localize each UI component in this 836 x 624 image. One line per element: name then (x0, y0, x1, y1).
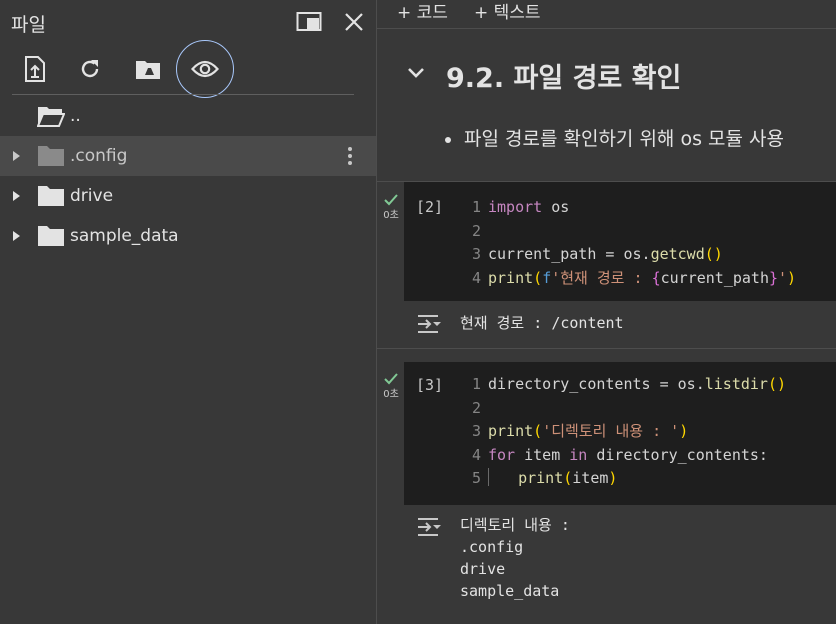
cell-run-status: 0초 (379, 194, 403, 221)
output-line: drive (460, 560, 506, 578)
file-toolbar (0, 40, 376, 98)
toggle-hidden-files-button[interactable] (176, 40, 234, 98)
refresh-icon (81, 60, 99, 78)
file-tree: .. .config drive sample_data (0, 96, 376, 256)
markdown-bullet-text: 파일 경로를 확인하기 위해 os 모듈 사용 (464, 128, 784, 150)
show-hidden-files-icon (191, 60, 219, 78)
tree-item-config[interactable]: .config (0, 136, 376, 176)
caret-right-icon[interactable] (10, 149, 22, 163)
folder-icon (38, 226, 64, 246)
tree-item-sample-data[interactable]: sample_data (0, 216, 376, 256)
open-in-tab-button[interactable] (293, 6, 325, 38)
file-browser-panel: 파일 .. .config drive sample_data (0, 0, 376, 624)
tree-item-parent[interactable]: .. (0, 96, 376, 136)
folder-open-icon (37, 107, 65, 127)
add-text-cell-button[interactable]: + 텍스트 (474, 0, 541, 23)
code-cell[interactable]: [2] 1 import os 2 3 current_path = os.getc… (404, 182, 836, 301)
folder-icon (38, 146, 64, 166)
cell-run-status: 0초 (379, 373, 403, 400)
code-editor[interactable]: 1 import os 2 3 current_path = os.getcwd()… (472, 196, 796, 290)
toolbar-divider (12, 94, 354, 95)
open-in-tab-icon (296, 12, 322, 31)
cell-output: 현재 경로 : /content (460, 312, 624, 334)
output-actions-icon[interactable] (416, 313, 444, 335)
code-line: 1 directory_contents = os.listdir() (472, 375, 787, 393)
caret-right-icon[interactable] (10, 189, 22, 203)
code-line: 3 print('디렉토리 내용 : ') (472, 422, 689, 440)
execution-time: 0초 (383, 210, 399, 221)
output-line: .config (460, 538, 524, 556)
execution-count[interactable]: [2] (416, 198, 443, 216)
upload-file-icon (25, 56, 45, 82)
toolbar-divider (377, 28, 836, 29)
tree-item-label: sample_data (70, 226, 179, 246)
code-line: 2 (472, 398, 482, 417)
upload-file-button[interactable] (12, 46, 58, 92)
file-browser-header: 파일 (0, 0, 376, 44)
folder-icon (38, 186, 64, 206)
check-icon (384, 373, 398, 385)
code-line: 3 current_path = os.getcwd() (472, 245, 723, 263)
cell-divider (377, 348, 836, 349)
cell-output: 디렉토리 내용 : .config drive sample_data (460, 514, 570, 602)
tree-item-label: .. (70, 106, 81, 126)
code-line: 5 print(item) (472, 468, 618, 487)
code-line: 4 for item in directory_contents: (472, 445, 768, 464)
code-line: 1 import os (472, 198, 570, 216)
output-actions-icon[interactable] (416, 516, 444, 538)
check-icon (384, 194, 398, 206)
notebook-toolbar: + 코드 + 텍스트 (377, 0, 836, 23)
collapse-section-icon[interactable] (407, 64, 425, 82)
tree-item-label: drive (70, 186, 114, 206)
execution-count[interactable]: [3] (416, 376, 443, 394)
code-cell[interactable]: [3] 1 directory_contents = os.listdir() 2… (404, 362, 836, 505)
add-code-cell-button[interactable]: + 코드 (397, 0, 448, 23)
caret-right-icon[interactable] (10, 229, 22, 243)
more-options-icon[interactable] (340, 146, 360, 166)
close-icon (345, 13, 363, 31)
bullet-point (445, 137, 451, 143)
refresh-button[interactable] (67, 46, 113, 92)
file-browser-title: 파일 (11, 14, 46, 36)
code-line: 2 (472, 221, 482, 240)
output-line: 현재 경로 : /content (460, 314, 624, 332)
mount-drive-button[interactable] (125, 46, 171, 92)
execution-time: 0초 (383, 389, 399, 400)
mount-drive-icon (136, 61, 160, 79)
code-line: 4 print(f'현재 경로 : {current_path}') (472, 268, 797, 287)
tree-item-label: .config (70, 146, 128, 166)
tree-item-drive[interactable]: drive (0, 176, 376, 216)
code-editor[interactable]: 1 directory_contents = os.listdir() 2 3 pr… (472, 373, 786, 491)
section-heading: 9.2. 파일 경로 확인 (446, 63, 682, 94)
notebook-area: + 코드 + 텍스트 9.2. 파일 경로 확인 파일 경로를 확인하기 위해 … (377, 0, 836, 624)
output-line: sample_data (460, 582, 560, 600)
output-line: 디렉토리 내용 : (460, 516, 570, 534)
close-panel-button[interactable] (338, 6, 370, 38)
